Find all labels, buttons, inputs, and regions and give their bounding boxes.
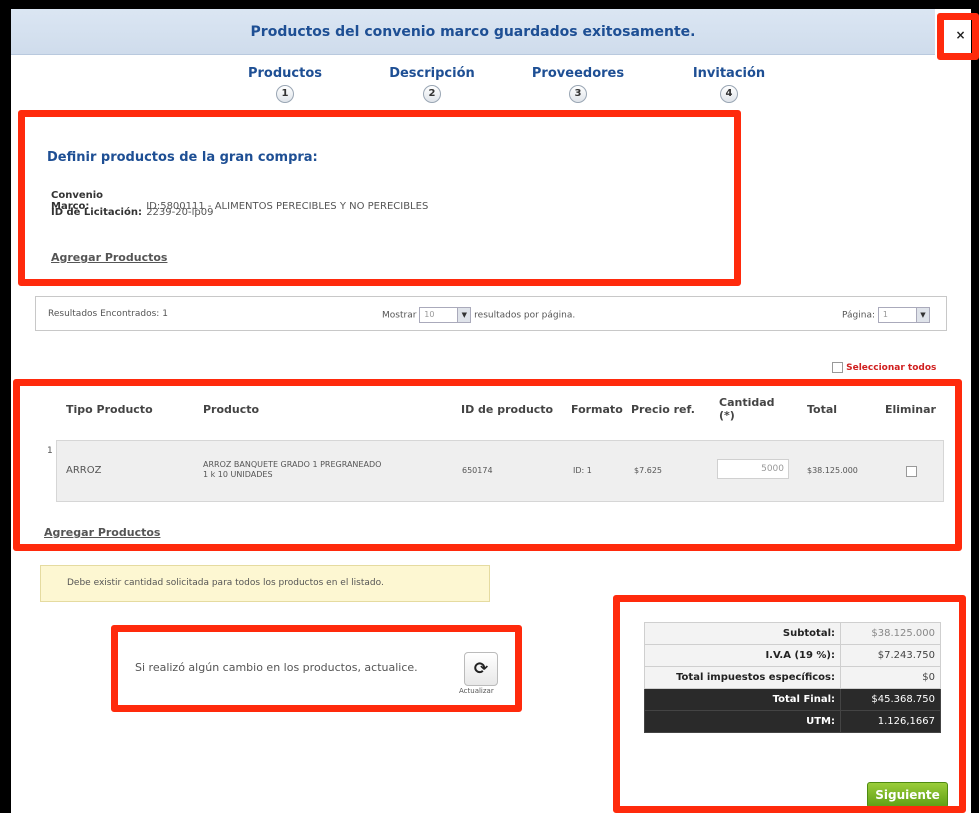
select-all-checkbox[interactable]: [832, 362, 843, 373]
show-label: Mostrar: [382, 310, 417, 321]
step-number: 3: [569, 85, 587, 103]
select-all[interactable]: Seleccionar todos: [832, 362, 936, 373]
per-page-select[interactable]: 10 ▼: [419, 307, 472, 323]
frame-top: [0, 0, 979, 9]
step-productos[interactable]: Productos 1: [225, 66, 345, 103]
step-number: 1: [276, 85, 294, 103]
step-label: Descripción: [389, 66, 475, 81]
step-label: Invitación: [692, 66, 766, 81]
step-invitacion[interactable]: Invitación 4: [669, 66, 789, 103]
highlight-update: [111, 625, 522, 712]
per-page-label: resultados por página.: [474, 310, 576, 321]
results-found: Resultados Encontrados: 1: [48, 309, 168, 319]
chevron-down-icon: ▼: [457, 308, 471, 322]
frame-left: [0, 0, 11, 813]
success-banner: Productos del convenio marco guardados e…: [11, 9, 935, 55]
step-proveedores[interactable]: Proveedores 3: [518, 66, 638, 103]
warning-message: Debe existir cantidad solicitada para to…: [40, 565, 490, 602]
highlight-close: [937, 13, 979, 60]
page-value: 1: [882, 310, 888, 319]
per-page-control: Mostrar 10 ▼ resultados por página.: [382, 307, 575, 323]
highlight-products-table: [13, 379, 962, 551]
page-select[interactable]: 1 ▼: [877, 307, 930, 323]
step-number: 4: [720, 85, 738, 103]
page-label: Página:: [842, 310, 876, 321]
per-page-value: 10: [424, 310, 435, 319]
step-descripcion[interactable]: Descripción 2: [372, 66, 492, 103]
results-bar: Resultados Encontrados: 1 Mostrar 10 ▼ r…: [35, 296, 947, 331]
page-control: Página: 1 ▼: [842, 307, 930, 323]
step-label: Productos: [247, 66, 323, 81]
banner-message: Productos del convenio marco guardados e…: [250, 23, 696, 40]
step-number: 2: [423, 85, 441, 103]
highlight-definition: [18, 110, 741, 286]
highlight-totals: [613, 595, 966, 813]
frame-right: [971, 0, 979, 813]
wizard-steps: Productos 1 Descripción 2 Proveedores 3 …: [0, 66, 979, 106]
chevron-down-icon: ▼: [915, 308, 929, 322]
step-label: Proveedores: [531, 66, 625, 81]
select-all-label: Seleccionar todos: [846, 363, 937, 373]
